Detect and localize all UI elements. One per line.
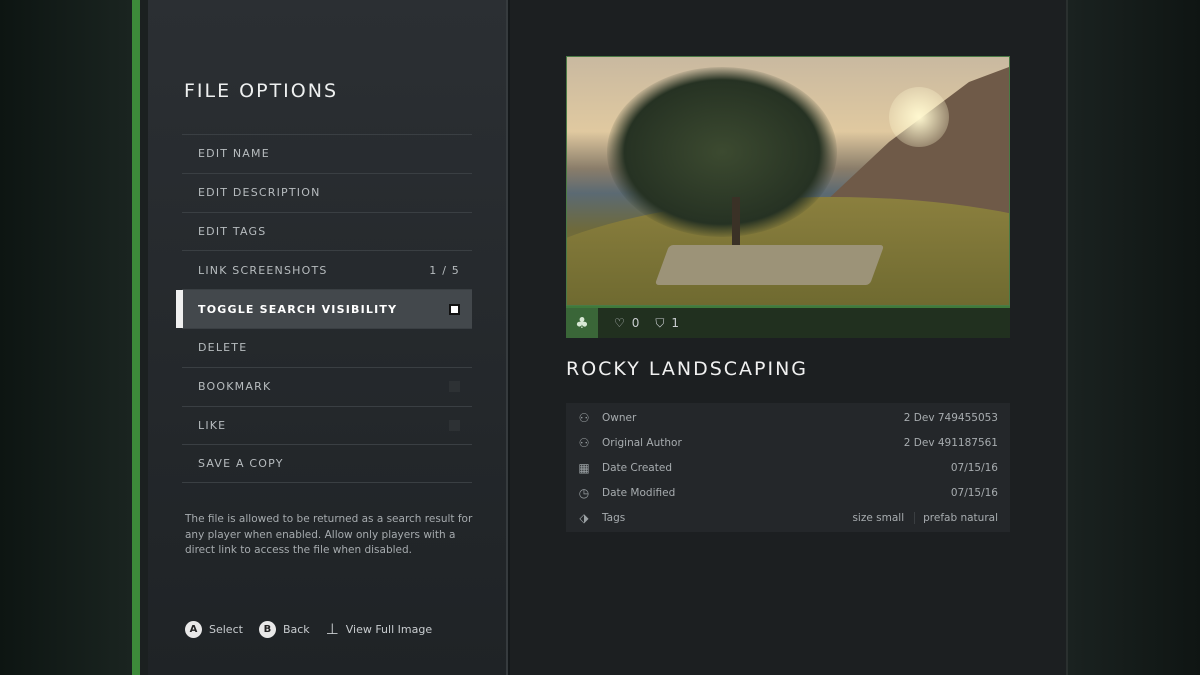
row-value: 07/15/16: [950, 461, 998, 474]
panel-title: FILE OPTIONS: [184, 80, 339, 102]
screenshot-count: 1 / 5: [429, 263, 460, 277]
background-left: [0, 0, 132, 675]
sun: [889, 87, 949, 147]
like-checkbox[interactable]: [449, 419, 460, 431]
forge-logo-icon: ♣: [566, 308, 598, 338]
tree: [607, 67, 837, 237]
info-row-owner: ⚇ Owner 2 Dev 749455053: [566, 405, 1010, 430]
rock-slab: [654, 245, 885, 285]
menu-item-edit-tags[interactable]: EDIT TAGS: [182, 211, 472, 251]
a-button-icon: A: [185, 620, 202, 638]
file-options-panel: FILE OPTIONS EDIT NAME EDIT DESCRIPTION …: [148, 0, 508, 675]
item-label: BOOKMARK: [198, 380, 272, 394]
left-trigger-icon: ⊥: [325, 620, 339, 638]
item-label: LINK SCREENSHOTS: [198, 263, 328, 277]
clock-icon: ◷: [578, 485, 590, 500]
hint-label: Select: [209, 622, 243, 636]
hint-select[interactable]: A Select: [185, 620, 243, 638]
tag-chip[interactable]: size small: [844, 512, 904, 524]
item-label: EDIT TAGS: [198, 224, 267, 238]
hint-view-full-image[interactable]: ⊥ View Full Image: [326, 620, 432, 638]
calendar-icon: ▦: [578, 460, 590, 475]
menu-item-toggle-search-visibility[interactable]: TOGGLE SEARCH VISIBILITY: [176, 289, 472, 328]
row-value: 2 Dev 491187561: [903, 436, 998, 449]
person-icon: ⚇: [578, 435, 590, 450]
info-row-tags: ⬗ Tags size small prefab natural: [566, 505, 1010, 530]
item-label: EDIT NAME: [198, 147, 270, 161]
bookmark-checkbox[interactable]: [449, 381, 460, 393]
menu-item-edit-description[interactable]: EDIT DESCRIPTION: [182, 172, 472, 212]
menu-item-link-screenshots[interactable]: LINK SCREENSHOTS 1 / 5: [182, 250, 472, 289]
item-label: TOGGLE SEARCH VISIBILITY: [198, 302, 398, 316]
item-label: LIKE: [198, 418, 227, 432]
info-row-modified: ◷ Date Modified 07/15/16: [566, 480, 1010, 505]
search-visibility-checkbox[interactable]: [449, 303, 460, 315]
bookmarks-count: 1: [671, 316, 680, 330]
file-details-panel: ♣ ♡ 0 ⛉ 1 ROCKY LANDSCAPING ⚇ Owner 2 Dev 74…: [510, 0, 1066, 675]
likes-stat: ♡ 0: [614, 316, 639, 330]
row-label: Date Created: [602, 461, 672, 474]
item-label: DELETE: [198, 341, 248, 355]
hint-label: View Full Image: [345, 622, 433, 636]
stats-bar: ♣ ♡ 0 ⛉ 1: [566, 306, 1010, 338]
row-label: Date Modified: [602, 486, 676, 499]
background-right: [1066, 0, 1200, 675]
heart-icon: ♡: [614, 316, 625, 330]
file-screenshot[interactable]: [566, 56, 1010, 306]
info-row-author: ⚇ Original Author 2 Dev 491187561: [566, 430, 1010, 455]
hint-label: Back: [282, 622, 310, 636]
row-label: Tags: [602, 511, 626, 524]
likes-count: 0: [631, 316, 640, 330]
row-label: Original Author: [602, 436, 682, 449]
option-description: The file is allowed to be returned as a …: [185, 513, 473, 556]
accent-bar: [132, 0, 140, 675]
menu-item-edit-name[interactable]: EDIT NAME: [182, 134, 472, 173]
file-info-table: ⚇ Owner 2 Dev 749455053 ⚇ Original Author 2 …: [566, 403, 1010, 532]
hint-back[interactable]: B Back: [258, 620, 310, 638]
row-label: Owner: [602, 411, 637, 424]
row-value: 07/15/16: [950, 486, 998, 499]
tag-icon: ⬗: [579, 510, 589, 525]
tag-chip[interactable]: prefab natural: [914, 511, 998, 524]
item-label: EDIT DESCRIPTION: [198, 186, 321, 200]
menu-item-bookmark[interactable]: BOOKMARK: [182, 366, 472, 406]
menu-item-like[interactable]: LIKE: [182, 405, 472, 445]
divider: [140, 0, 148, 675]
row-value: 2 Dev 749455053: [903, 411, 998, 424]
button-hints: A Select B Back ⊥ View Full Image: [185, 620, 432, 638]
bookmark-icon: ⛉: [655, 315, 665, 330]
b-button-icon: B: [258, 620, 276, 638]
info-row-created: ▦ Date Created 07/15/16: [566, 455, 1010, 480]
item-label: SAVE A COPY: [198, 457, 284, 471]
person-icon: ⚇: [578, 410, 590, 425]
menu-item-save-copy[interactable]: SAVE A COPY: [182, 444, 472, 484]
menu-item-delete[interactable]: DELETE: [182, 327, 472, 367]
options-menu: EDIT NAME EDIT DESCRIPTION EDIT TAGS LIN…: [176, 134, 472, 484]
bookmarks-stat: ⛉ 1: [655, 316, 679, 331]
file-title: ROCKY LANDSCAPING: [566, 358, 809, 380]
